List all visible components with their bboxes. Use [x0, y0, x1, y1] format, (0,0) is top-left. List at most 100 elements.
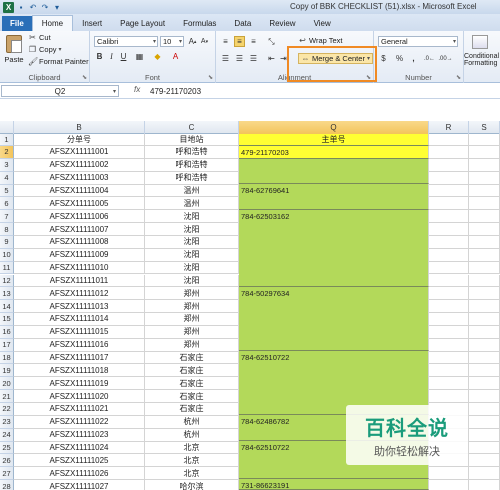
- cell-c[interactable]: 温州: [145, 184, 239, 198]
- formula-input[interactable]: 479-21170203: [150, 85, 201, 97]
- cell-c[interactable]: 温州: [145, 197, 239, 211]
- row-header[interactable]: 2: [0, 146, 14, 159]
- cell-r[interactable]: [429, 248, 469, 262]
- cell-b[interactable]: AFSZX11111012: [14, 287, 145, 301]
- cell-b[interactable]: AFSZX11111003: [14, 171, 145, 185]
- row-header[interactable]: 20: [0, 377, 14, 391]
- redo-icon[interactable]: ↷: [40, 2, 50, 12]
- cell-b[interactable]: AFSZX11111009: [14, 248, 145, 262]
- cell-c[interactable]: 呼和浩特: [145, 171, 239, 185]
- cell-s[interactable]: [469, 415, 500, 429]
- cell-s[interactable]: [469, 364, 500, 378]
- orientation-icon[interactable]: ⤡: [266, 36, 277, 47]
- cell-s[interactable]: [469, 480, 500, 490]
- row-header[interactable]: 5: [0, 184, 14, 198]
- cell-b[interactable]: AFSZX11111017: [14, 351, 145, 365]
- cell-b[interactable]: AFSZX11111024: [14, 441, 145, 455]
- row-header[interactable]: 28: [0, 480, 14, 490]
- cell-s[interactable]: [469, 467, 500, 481]
- cell-r[interactable]: [429, 351, 469, 365]
- cell-r[interactable]: [429, 480, 469, 490]
- cell-r[interactable]: [429, 274, 469, 288]
- align-left-icon[interactable]: ☰: [220, 53, 231, 64]
- cell-s[interactable]: [469, 454, 500, 468]
- bold-icon[interactable]: B: [94, 51, 105, 62]
- cell-s[interactable]: [469, 261, 500, 275]
- cell-s[interactable]: [469, 441, 500, 455]
- cell-r[interactable]: [429, 158, 469, 172]
- cell-b[interactable]: AFSZX11111008: [14, 235, 145, 249]
- cell-r[interactable]: [429, 300, 469, 314]
- cell-b[interactable]: AFSZX11111016: [14, 338, 145, 352]
- row-header[interactable]: 3: [0, 158, 14, 172]
- cell-b[interactable]: AFSZX11111019: [14, 377, 145, 391]
- cell-b[interactable]: AFSZX11111011: [14, 274, 145, 288]
- dialog-launcher-icon[interactable]: ⬊: [456, 74, 461, 81]
- cell-c[interactable]: 郑州: [145, 313, 239, 326]
- row-header[interactable]: 16: [0, 325, 14, 339]
- cell-r[interactable]: [429, 287, 469, 301]
- cell-s[interactable]: [469, 274, 500, 288]
- cell-s[interactable]: [469, 313, 500, 326]
- cell-s[interactable]: [469, 146, 500, 159]
- number-format-select[interactable]: General ▾: [378, 36, 458, 47]
- format-painter-button[interactable]: 🖌 Format Painter: [28, 57, 89, 66]
- q-cell-merged[interactable]: 731-86623191: [239, 479, 429, 490]
- cell-s[interactable]: [469, 300, 500, 314]
- row-header[interactable]: 8: [0, 223, 14, 236]
- row-header[interactable]: 4: [0, 171, 14, 185]
- tab-page-layout[interactable]: Page Layout: [111, 16, 174, 31]
- cell-r[interactable]: [429, 184, 469, 198]
- paste-button[interactable]: Paste: [3, 33, 25, 69]
- cell-r[interactable]: [429, 171, 469, 185]
- underline-icon[interactable]: U: [118, 51, 129, 62]
- row-header[interactable]: 1: [0, 134, 14, 146]
- cell-c[interactable]: 郑州: [145, 300, 239, 314]
- cell-s[interactable]: [469, 171, 500, 185]
- row-header[interactable]: 11: [0, 261, 14, 275]
- cell-b[interactable]: AFSZX11111026: [14, 467, 145, 481]
- cell-b[interactable]: AFSZX11111025: [14, 454, 145, 468]
- cell-s[interactable]: [469, 223, 500, 236]
- cell-r[interactable]: [429, 467, 469, 481]
- name-box[interactable]: Q2 ▾: [1, 85, 119, 97]
- wrap-text-button[interactable]: ↩ Wrap Text: [298, 36, 342, 45]
- increase-font-icon[interactable]: A ▴: [187, 36, 198, 47]
- cell-s[interactable]: [469, 158, 500, 172]
- cell-b[interactable]: AFSZX11111015: [14, 325, 145, 339]
- cell-s[interactable]: [469, 134, 500, 146]
- cell-c[interactable]: 郑州: [145, 287, 239, 301]
- row-header[interactable]: 12: [0, 274, 14, 288]
- tab-file[interactable]: File: [2, 16, 32, 31]
- cell-r[interactable]: [429, 210, 469, 224]
- row-header[interactable]: 27: [0, 467, 14, 481]
- column-header-s[interactable]: S: [469, 121, 500, 134]
- cell-r[interactable]: [429, 223, 469, 236]
- cell-b[interactable]: AFSZX11111018: [14, 364, 145, 378]
- align-center-icon[interactable]: ☰: [234, 53, 245, 64]
- conditional-formatting-label[interactable]: Conditional Formatting: [464, 53, 499, 67]
- row-header[interactable]: 6: [0, 197, 14, 211]
- conditional-formatting-icon[interactable]: [472, 35, 488, 49]
- cell-c[interactable]: 呼和浩特: [145, 158, 239, 172]
- cell-c[interactable]: 杭州: [145, 428, 239, 442]
- row-header[interactable]: 25: [0, 441, 14, 455]
- cell-r[interactable]: [429, 197, 469, 211]
- cell-s[interactable]: [469, 184, 500, 198]
- dialog-launcher-icon[interactable]: ⬊: [208, 74, 213, 81]
- increase-decimal-icon[interactable]: .0←: [424, 53, 435, 64]
- row-header[interactable]: 17: [0, 338, 14, 352]
- column-header-q[interactable]: Q: [239, 121, 429, 134]
- copy-button[interactable]: ❐ Copy ▾: [28, 45, 62, 54]
- cell-b[interactable]: AFSZX11111027: [14, 480, 145, 490]
- cut-button[interactable]: ✂ Cut: [28, 33, 51, 42]
- undo-icon[interactable]: ↶: [28, 2, 38, 12]
- q-cell-empty[interactable]: [239, 159, 429, 184]
- cell-b[interactable]: AFSZX11111023: [14, 428, 145, 442]
- cell-s[interactable]: [469, 377, 500, 391]
- font-size-select[interactable]: 10 ▾: [160, 36, 184, 47]
- fill-color-icon[interactable]: ◆: [152, 51, 163, 62]
- cell-b[interactable]: AFSZX11111007: [14, 223, 145, 236]
- q-cell-merged[interactable]: 784-50297634: [239, 287, 429, 351]
- row-header[interactable]: 19: [0, 364, 14, 378]
